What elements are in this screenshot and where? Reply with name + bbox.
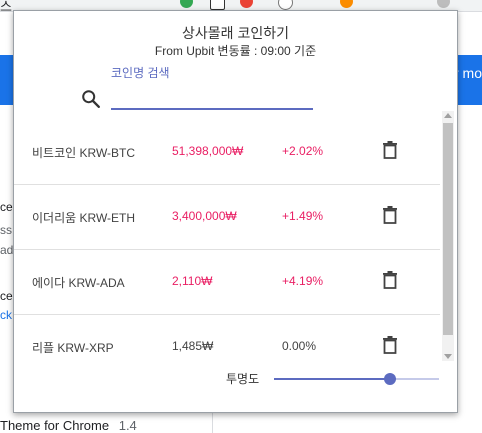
coin-price: 3,400,000₩: [172, 209, 237, 223]
extension-footer-title: Theme for Chrome: [0, 418, 110, 433]
search-input[interactable]: [111, 88, 313, 110]
extension-footer: Theme for Chrome 1.4: [0, 418, 137, 433]
extension-icon-gray[interactable]: [278, 0, 293, 10]
scrollbar-thumb[interactable]: [443, 123, 453, 335]
coin-price: 1,485₩: [172, 339, 214, 353]
extension-icon-red[interactable]: [240, 0, 253, 8]
coin-row-eth: 이더리움 KRW-ETH 3,400,000₩ +1.49%: [14, 184, 440, 250]
extension-footer-version: 1.4: [118, 418, 137, 433]
delete-coin-button[interactable]: [382, 206, 398, 224]
opacity-slider[interactable]: [274, 373, 439, 385]
coin-row-btc: 비트코인 KRW-BTC 51,398,000₩ +2.02%: [14, 119, 440, 185]
coin-row-xrp: 리플 KRW-XRP 1,485₩ 0.00%: [14, 314, 440, 361]
page-link-fragment[interactable]: ck: [0, 308, 12, 322]
delete-coin-button[interactable]: [382, 141, 398, 159]
delete-coin-button[interactable]: [382, 336, 398, 354]
coin-price: 2,110₩: [172, 274, 213, 288]
page-text-fragment: ss: [0, 223, 12, 237]
opacity-label: 투명도: [226, 372, 260, 386]
extension-icon-box[interactable]: [210, 0, 225, 10]
coin-list: 비트코인 KRW-BTC 51,398,000₩ +2.02% 이더리움 KRW…: [14, 119, 440, 361]
coin-change: +1.49%: [282, 209, 324, 223]
coin-name: 비트코인 KRW-BTC: [32, 146, 136, 160]
delete-coin-button[interactable]: [382, 271, 398, 289]
page-divider: [212, 412, 213, 433]
opacity-slider-fill: [274, 378, 390, 380]
extension-icon-green[interactable]: [180, 0, 193, 8]
coin-popup: 상사몰래 코인하기 From Upbit 변동률 : 09:00 기준 코인명 …: [13, 10, 458, 413]
coin-change: +4.19%: [282, 274, 324, 288]
coin-name: 에이다 KRW-ADA: [32, 276, 125, 290]
coin-change: +2.02%: [282, 144, 324, 158]
popup-subtitle: From Upbit 변동률 : 09:00 기준: [154, 44, 317, 58]
scroll-down-arrow-icon[interactable]: [444, 354, 452, 359]
extension-icon-orange[interactable]: [340, 0, 353, 8]
search-icon: [82, 90, 100, 108]
coin-name: 이더리움 KRW-ETH: [32, 211, 136, 225]
coin-price: 51,398,000₩: [172, 144, 244, 158]
browser-tab-fragment: 스: [0, 0, 12, 14]
popup-title: 상사몰래 코인하기: [182, 25, 289, 41]
coin-name: 리플 KRW-XRP: [32, 341, 114, 355]
search-label: 코인명 검색: [111, 66, 170, 80]
coin-change: 0.00%: [282, 339, 317, 353]
extension-icon-profile[interactable]: [437, 0, 450, 8]
scroll-up-arrow-icon[interactable]: [444, 113, 452, 118]
page-text-fragment: ad: [0, 243, 14, 257]
opacity-slider-thumb[interactable]: [383, 373, 396, 385]
coin-row-ada: 에이다 KRW-ADA 2,110₩ +4.19%: [14, 249, 440, 315]
coin-list-scrollbar[interactable]: [442, 111, 454, 361]
